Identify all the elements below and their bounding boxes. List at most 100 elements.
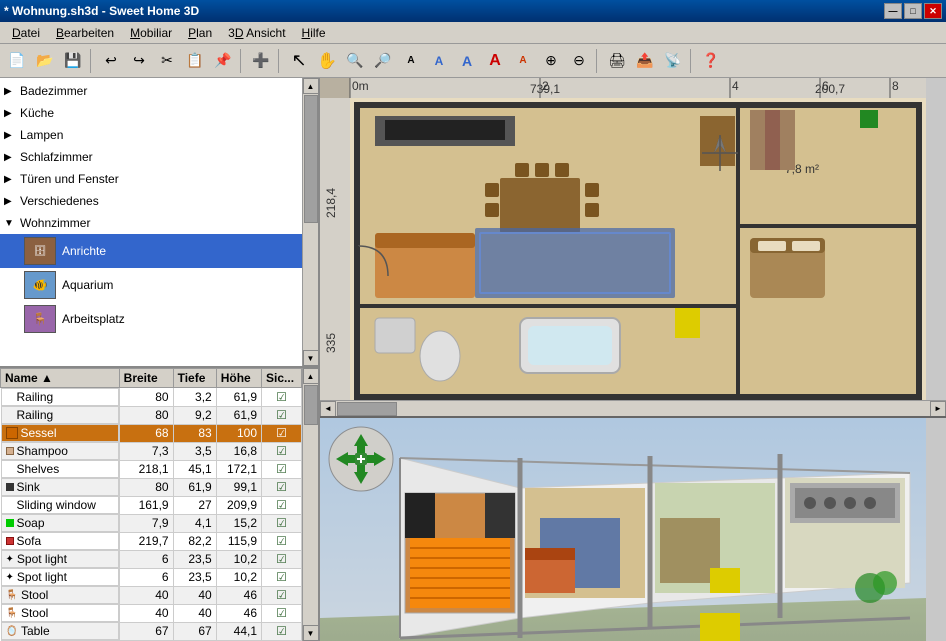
text-size-a1[interactable]: A <box>398 48 424 74</box>
cell-check: ☑ <box>262 514 302 532</box>
menu-mobiliar[interactable]: Mobiliar <box>122 24 180 42</box>
cut-button[interactable]: ✂ <box>154 48 180 74</box>
fp-scroll-left[interactable]: ◄ <box>320 401 336 417</box>
scroll-down-button[interactable]: ▼ <box>303 350 319 366</box>
col-tiefe[interactable]: Tiefe <box>173 369 216 388</box>
label-aquarium: Aquarium <box>62 278 113 292</box>
zoom-in-button[interactable]: 🔍 <box>342 48 368 74</box>
furniture-table: Name ▲ Breite Tiefe Höhe Sic... Railing … <box>0 368 302 641</box>
menu-bearbeiten[interactable]: Bearbeiten <box>48 24 122 42</box>
label-schlafzimmer: Schlafzimmer <box>20 150 298 164</box>
add-furniture-button[interactable]: ➕ <box>248 48 274 74</box>
fp-scroll-track[interactable] <box>336 401 930 417</box>
category-wohnzimmer[interactable]: ▼ Wohnzimmer <box>0 212 302 234</box>
undo-button[interactable]: ↩ <box>98 48 124 74</box>
cell-breite: 80 <box>119 478 173 496</box>
cell-check: ☑ <box>262 406 302 424</box>
minimize-button[interactable]: — <box>884 3 902 19</box>
menu-datei[interactable]: Datei <box>4 24 48 42</box>
pan-tool[interactable]: ✋ <box>314 48 340 74</box>
left-panel: ▶ Badezimmer ▶ Küche ▶ Lampen ▶ Schlafzi… <box>0 78 320 641</box>
zoom-percent-out[interactable]: ⊖ <box>566 48 592 74</box>
export-button[interactable]: 📤 <box>632 48 658 74</box>
table-row[interactable]: 🪑Stool 40 40 46 ☑ <box>1 604 302 622</box>
furniture-anrichte[interactable]: 🗄 Anrichte <box>0 234 302 268</box>
col-breite[interactable]: Breite <box>119 369 173 388</box>
table-row[interactable]: ✦Spot light 6 23,5 10,2 ☑ <box>1 568 302 586</box>
furniture-arbeitsplatz[interactable]: 🪑 Arbeitsplatz <box>0 302 302 336</box>
menu-hilfe[interactable]: Hilfe <box>294 24 334 42</box>
table-scroll-up[interactable]: ▲ <box>303 368 319 384</box>
category-lampen[interactable]: ▶ Lampen <box>0 124 302 146</box>
table-scroll-down[interactable]: ▼ <box>303 625 319 641</box>
table-row[interactable]: Shampoo 7,3 3,5 16,8 ☑ <box>1 442 302 460</box>
table-row[interactable]: Shelves 218,1 45,1 172,1 ☑ <box>1 460 302 478</box>
select-tool[interactable]: ↖ <box>286 48 312 74</box>
redo-button[interactable]: ↪ <box>126 48 152 74</box>
category-tueren[interactable]: ▶ Türen und Fenster <box>0 168 302 190</box>
category-schlafzimmer[interactable]: ▶ Schlafzimmer <box>0 146 302 168</box>
menu-3d-ansicht[interactable]: 3D Ansicht <box>220 24 293 42</box>
svg-text:218,4: 218,4 <box>324 188 338 218</box>
cell-name: 🪑Stool <box>1 604 119 622</box>
menu-plan[interactable]: Plan <box>180 24 220 42</box>
category-badezimmer[interactable]: ▶ Badezimmer <box>0 80 302 102</box>
col-hoehe[interactable]: Höhe <box>216 369 261 388</box>
label-verschiedenes: Verschiedenes <box>20 194 298 208</box>
open-button[interactable]: 📂 <box>32 48 58 74</box>
cell-breite: 40 <box>119 586 173 604</box>
label-tueren: Türen und Fenster <box>20 172 298 186</box>
cell-hoehe: 44,1 <box>216 622 261 640</box>
table-row[interactable]: 🪑Stool 40 40 46 ☑ <box>1 586 302 604</box>
arrow-wohnzimmer: ▼ <box>4 218 18 229</box>
zoom-out-button[interactable]: 🔎 <box>370 48 396 74</box>
fp-scroll-thumb[interactable] <box>337 402 397 416</box>
cell-breite: 7,3 <box>119 442 173 460</box>
category-verschiedenes[interactable]: ▶ Verschiedenes <box>0 190 302 212</box>
table-row[interactable]: ✦Spot light 6 23,5 10,2 ☑ <box>1 550 302 568</box>
table-row[interactable]: Sofa 219,7 82,2 115,9 ☑ <box>1 532 302 550</box>
table-row[interactable]: Soap 7,9 4,1 15,2 ☑ <box>1 514 302 532</box>
cell-tiefe: 9,2 <box>173 406 216 424</box>
fp-scroll-right[interactable]: ► <box>930 401 946 417</box>
cell-hoehe: 209,9 <box>216 496 261 514</box>
scroll-up-button[interactable]: ▲ <box>303 78 319 94</box>
save-button[interactable]: 💾 <box>60 48 86 74</box>
table-row[interactable]: 🪞Table 67 67 44,1 ☑ <box>1 622 302 640</box>
arrow-schlafzimmer: ▶ <box>4 152 18 163</box>
scroll-thumb[interactable] <box>304 95 318 223</box>
category-kueche[interactable]: ▶ Küche <box>0 102 302 124</box>
cell-check: ☑ <box>262 442 302 460</box>
furniture-aquarium[interactable]: 🐠 Aquarium <box>0 268 302 302</box>
cell-name: Railing <box>1 406 119 424</box>
zoom-percent-in[interactable]: ⊕ <box>538 48 564 74</box>
table-row[interactable]: Sliding window 161,9 27 209,9 ☑ <box>1 496 302 514</box>
maximize-button[interactable]: □ <box>904 3 922 19</box>
text-size-a4[interactable]: A <box>482 48 508 74</box>
col-name[interactable]: Name ▲ <box>1 369 120 388</box>
table-row[interactable]: Sessel 68 83 100 ☑ <box>1 424 302 442</box>
table-row[interactable]: Railing 80 9,2 61,9 ☑ <box>1 406 302 424</box>
table-scroll-thumb[interactable] <box>304 385 318 425</box>
paste-button[interactable]: 📌 <box>210 48 236 74</box>
text-size-a5[interactable]: A <box>510 48 536 74</box>
label-kueche: Küche <box>20 106 298 120</box>
copy-button[interactable]: 📋 <box>182 48 208 74</box>
help-button[interactable]: ❓ <box>698 48 724 74</box>
text-size-a3[interactable]: A <box>454 48 480 74</box>
share-button[interactable]: 📡 <box>660 48 686 74</box>
cell-name: 🪑Stool <box>1 586 119 604</box>
arrow-kueche: ▶ <box>4 108 18 119</box>
close-button[interactable]: ✕ <box>924 3 942 19</box>
cell-name: ✦Spot light <box>1 568 119 586</box>
text-size-a2[interactable]: A <box>426 48 452 74</box>
floor-plan-svg: Wohnzimmer 21,29 m² 7,8 m² 739,1 200,7 2… <box>320 78 926 403</box>
cell-tiefe: 83 <box>173 424 216 442</box>
cell-breite: 80 <box>119 406 173 424</box>
print-button[interactable]: 🖨 <box>604 48 630 74</box>
new-button[interactable]: 📄 <box>4 48 30 74</box>
table-row[interactable]: Railing 80 3,2 61,9 ☑ <box>1 388 302 407</box>
svg-text:6: 6 <box>822 79 829 93</box>
col-sic[interactable]: Sic... <box>262 369 302 388</box>
table-row[interactable]: Sink 80 61,9 99,1 ☑ <box>1 478 302 496</box>
